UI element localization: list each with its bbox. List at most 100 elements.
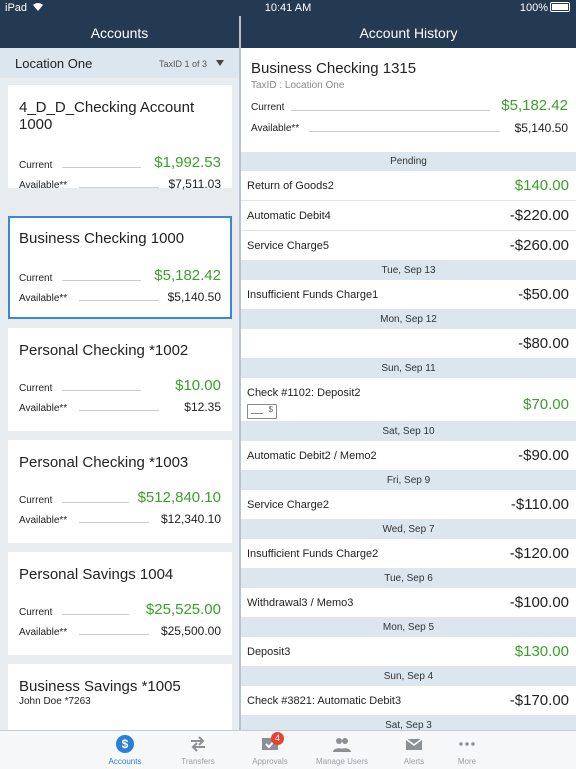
account-name: Personal Savings 1004	[19, 566, 174, 583]
check-image-icon[interactable]: $	[247, 404, 277, 419]
available-label: Available**	[251, 123, 300, 134]
available-label: Available**	[19, 180, 68, 191]
transaction-row[interactable]: Deposit3 $130.00	[241, 637, 576, 667]
date-section-header: Fri, Sep 9	[241, 471, 576, 490]
location-selector[interactable]: Location One TaxID 1 of 3	[0, 48, 239, 78]
available-balance: $5,140.50	[514, 121, 568, 135]
status-bar: iPad 10:41 AM 100%	[0, 0, 576, 16]
tab-manage-users[interactable]: Manage Users	[307, 731, 377, 769]
history-available-row: Available** $5,140.50	[251, 117, 568, 135]
transaction-row[interactable]: -$80.00	[241, 329, 576, 359]
account-card[interactable]: Personal Checking *1002 Current $10.00 A…	[8, 328, 232, 431]
tab-approvals[interactable]: 4 Approvals	[235, 731, 305, 769]
accounts-title: Accounts	[90, 25, 149, 41]
transaction-row[interactable]: Check #3821: Automatic Debit3 -$170.00	[241, 686, 576, 716]
leader-line	[309, 131, 500, 132]
current-row: Current $512,840.10	[19, 489, 221, 506]
transaction-description: Return of Goods2	[247, 180, 334, 192]
account-name: Business Savings *1005	[19, 678, 181, 695]
transaction-amount: -$100.00	[509, 594, 569, 611]
account-card[interactable]: Personal Savings 1004 Current $25,525.00…	[8, 552, 232, 655]
tab-label: Transfers	[181, 757, 215, 766]
available-balance: $5,140.50	[167, 290, 221, 304]
leader-line	[62, 502, 129, 503]
leader-line	[79, 187, 159, 188]
transaction-row[interactable]: Withdrawal3 / Memo3 -$100.00	[241, 588, 576, 618]
date-section-header: Mon, Sep 5	[241, 618, 576, 637]
transaction-amount: $140.00	[514, 177, 569, 194]
current-balance: $25,525.00	[145, 601, 221, 618]
available-row: Available** $12.35	[19, 398, 221, 414]
transaction-description: Insufficient Funds Charge2	[247, 548, 379, 560]
leader-line	[79, 634, 149, 635]
transaction-description: Check #3821: Automatic Debit3	[247, 695, 402, 707]
tab-accounts[interactable]: $ Accounts	[90, 731, 160, 769]
transaction-row[interactable]: Check #1102: Deposit2 $70.00 $	[241, 378, 576, 422]
date-section-header: Sat, Sep 10	[241, 422, 576, 441]
mail-icon	[405, 738, 423, 750]
tab-label: Accounts	[108, 757, 142, 766]
transaction-list[interactable]: Pending Return of Goods2 $140.00 Automatic…	[241, 152, 576, 730]
transaction-amount: -$80.00	[518, 335, 569, 352]
leader-line	[79, 522, 149, 523]
current-balance: $5,182.42	[154, 267, 221, 284]
current-label: Current	[19, 273, 53, 284]
approvals-badge: 4	[271, 732, 284, 745]
transaction-row[interactable]: Insufficient Funds Charge1 -$50.00	[241, 280, 576, 310]
current-label: Current	[19, 160, 53, 171]
transaction-amount: -$120.00	[509, 545, 569, 562]
dollar-icon: $	[116, 735, 134, 753]
tab-transfers[interactable]: Transfers	[163, 731, 233, 769]
transaction-row[interactable]: Return of Goods2 $140.00	[241, 171, 576, 201]
battery-icon	[550, 2, 570, 12]
tab-more[interactable]: More	[432, 731, 502, 769]
available-balance: $7,511.03	[168, 177, 222, 191]
date-section-header: Tue, Sep 6	[241, 569, 576, 588]
date-section-header: Wed, Sep 7	[241, 520, 576, 539]
leader-line	[62, 614, 129, 615]
transaction-amount: $70.00	[523, 396, 569, 413]
account-name: Personal Checking *1002	[19, 342, 189, 359]
chevron-down-icon	[216, 60, 224, 66]
date-section-header: Sun, Sep 4	[241, 667, 576, 686]
transaction-amount: -$50.00	[518, 286, 569, 303]
history-pane[interactable]: Business Checking 1315 TaxID : Location …	[241, 48, 576, 730]
more-icon	[459, 742, 475, 746]
transaction-row[interactable]: Insufficient Funds Charge2 -$120.00	[241, 539, 576, 569]
transaction-amount: -$220.00	[509, 207, 569, 224]
transaction-description: Service Charge5	[247, 240, 329, 252]
accounts-pane[interactable]: Location One TaxID 1 of 3 4_D_D_Checking…	[0, 48, 239, 730]
account-name: Business Checking 1000	[19, 230, 185, 247]
transaction-description: Insufficient Funds Charge1	[247, 289, 379, 301]
date-section-header: Mon, Sep 12	[241, 310, 576, 329]
leader-line	[79, 300, 159, 301]
transaction-row[interactable]: Automatic Debit4 -$220.00	[241, 201, 576, 231]
account-card[interactable]: Business Savings *1005 John Doe *7263	[8, 664, 232, 730]
transfer-icon	[191, 736, 205, 752]
leader-line	[62, 280, 141, 281]
transaction-description: Withdrawal3 / Memo3	[247, 597, 354, 609]
date-section-header: Pending	[241, 152, 576, 171]
date-section-header: Sat, Sep 3	[241, 716, 576, 730]
location-name: Location One	[15, 56, 93, 71]
transaction-row[interactable]: Service Charge5 -$260.00	[241, 231, 576, 261]
current-balance: $1,992.53	[154, 154, 221, 171]
leader-line	[79, 410, 159, 411]
account-card[interactable]: Personal Checking *1003 Current $512,840…	[8, 440, 232, 543]
current-balance: $10.00	[175, 377, 221, 394]
transaction-amount: -$110.00	[510, 496, 569, 513]
current-row: Current $10.00	[19, 377, 221, 394]
available-row: Available** $25,500.00	[19, 622, 221, 638]
account-card[interactable]: Business Checking 1000 Current $5,182.42…	[8, 216, 232, 319]
current-balance: $5,182.42	[501, 97, 568, 114]
account-card[interactable]: 4_D_D_Checking Account 1000 Current $1,9…	[8, 85, 232, 191]
transaction-row[interactable]: Service Charge2 -$110.00	[241, 490, 576, 520]
tab-label: More	[457, 757, 477, 766]
available-balance: $12,340.10	[160, 512, 221, 526]
transaction-description: Deposit3	[247, 646, 291, 658]
account-owner: John Doe *7263	[19, 696, 91, 707]
transaction-amount: -$260.00	[509, 237, 569, 254]
transaction-row[interactable]: Automatic Debit2 / Memo2 -$90.00	[241, 441, 576, 471]
users-icon	[333, 738, 351, 752]
transaction-amount: -$90.00	[518, 447, 569, 464]
